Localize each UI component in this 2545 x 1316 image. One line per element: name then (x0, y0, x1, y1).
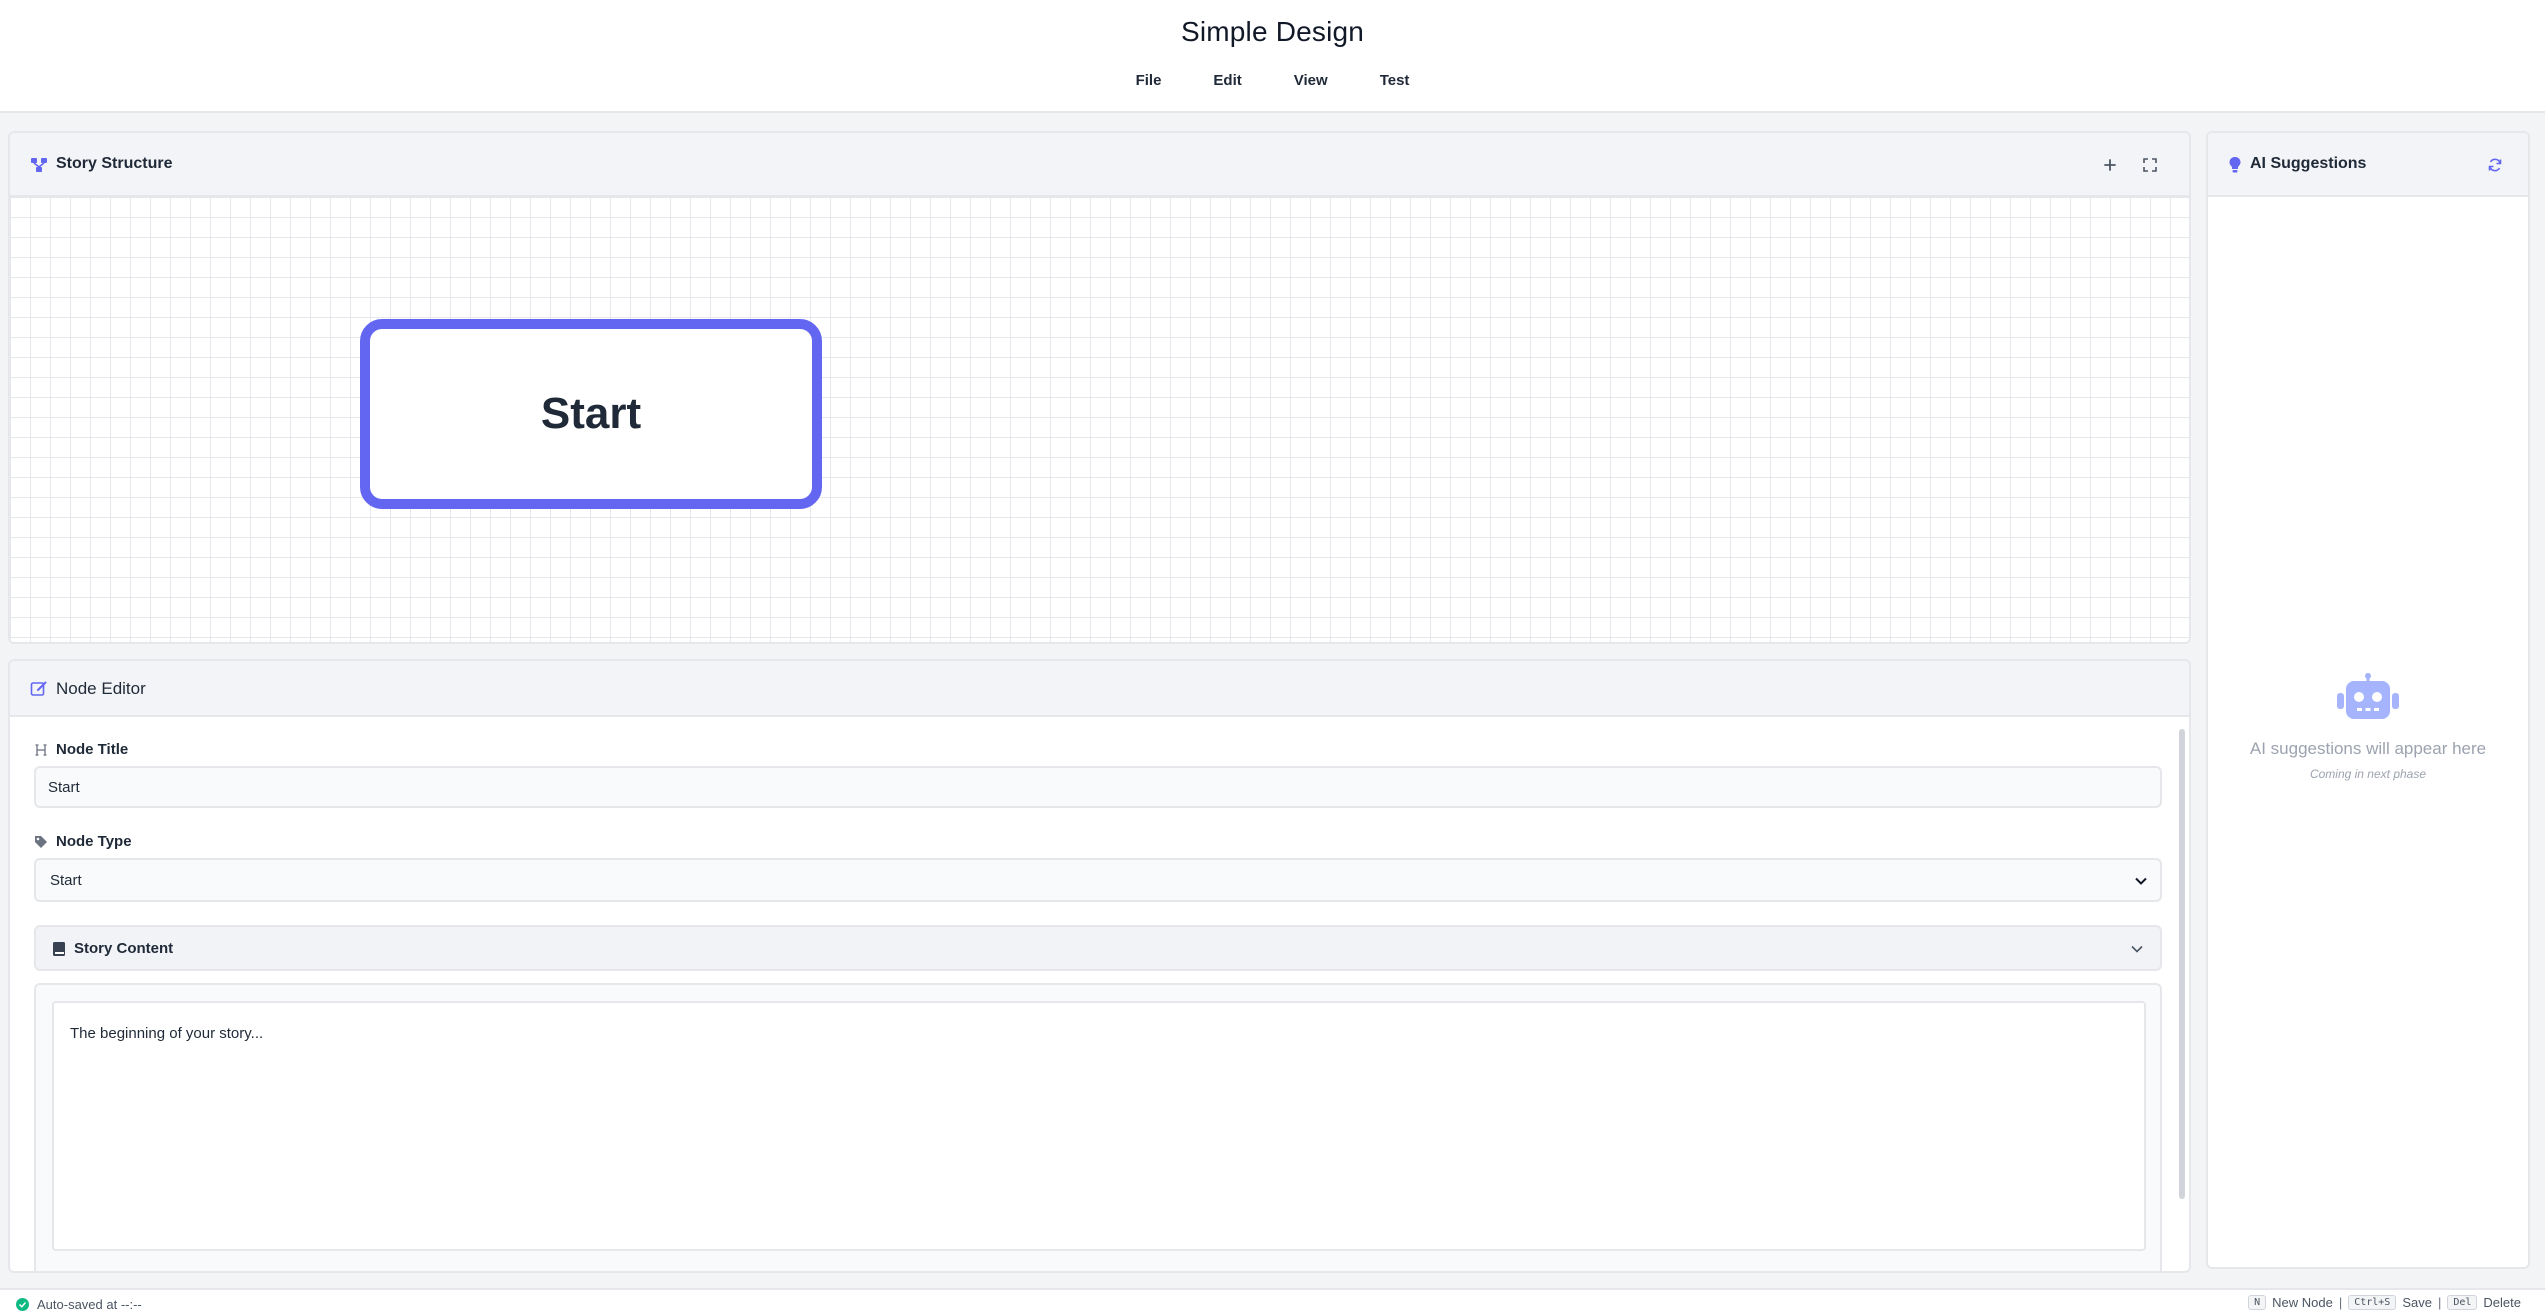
story-content-textarea[interactable]: The beginning of your story... (52, 1001, 2146, 1251)
keyboard-shortcuts: N New Node | Ctrl+S Save | Del Delete (2248, 1295, 2521, 1310)
node-type-value: Start (50, 871, 82, 889)
expand-icon (2143, 158, 2157, 172)
ai-suggestions-title: AI Suggestions (2250, 155, 2367, 172)
check-circle-icon (16, 1298, 29, 1311)
story-structure-panel: Story Structure Start (8, 131, 2191, 644)
robot-icon (2337, 673, 2399, 719)
story-structure-title: Story Structure (56, 155, 173, 172)
add-node-button[interactable] (2093, 148, 2127, 182)
node-title-input[interactable] (34, 766, 2162, 808)
chevron-down-icon (2131, 945, 2143, 953)
story-content-body: The beginning of your story... (34, 983, 2162, 1271)
refresh-icon (2488, 158, 2502, 172)
story-content-title: Story Content (74, 940, 174, 957)
menu-view[interactable]: View (1290, 70, 1332, 91)
app-title: Simple Design (1180, 16, 1365, 47)
menu-edit[interactable]: Edit (1209, 70, 1245, 91)
node-type-label-row: Node Type (34, 833, 132, 850)
shortcut-label-save: Save (2402, 1295, 2432, 1310)
ai-empty-state: AI suggestions will appear here Coming i… (2208, 673, 2528, 781)
autosave-text: Auto-saved at --:-- (37, 1297, 142, 1312)
shortcut-label-delete: Delete (2483, 1295, 2521, 1310)
menu-file[interactable]: File (1132, 70, 1166, 91)
chevron-down-icon (2135, 877, 2147, 885)
ai-suggestions-header: AI Suggestions (2208, 133, 2528, 197)
refresh-suggestions-button[interactable] (2478, 148, 2512, 182)
autosave-indicator: Auto-saved at --:-- (16, 1297, 142, 1312)
shortcut-label-new-node: New Node (2272, 1295, 2333, 1310)
shortcut-key-save: Ctrl+S (2348, 1295, 2397, 1310)
plus-icon (2104, 159, 2116, 171)
ai-empty-subtext: Coming in next phase (2309, 767, 2427, 781)
node-editor-title: Node Editor (56, 679, 146, 698)
node-title-label-row: Node Title (34, 741, 128, 758)
ai-empty-message: AI suggestions will appear here (2249, 739, 2487, 758)
tag-icon (35, 835, 47, 848)
status-bar: Auto-saved at --:-- N New Node | Ctrl+S … (0, 1288, 2545, 1316)
node-title-label: Node Title (56, 741, 129, 758)
node-type-select[interactable]: Start (34, 858, 2162, 902)
story-node-label: Start (540, 389, 642, 438)
app-header: Simple Design File Edit View Test (0, 0, 2545, 113)
node-editor-panel: Node Editor Node Title Node Type Start S… (8, 659, 2191, 1273)
ai-suggestions-panel: AI Suggestions AI suggestions will appea… (2206, 131, 2530, 1269)
story-structure-header: Story Structure (10, 133, 2189, 197)
node-editor-header: Node Editor (10, 661, 2189, 717)
lightbulb-icon (2229, 157, 2241, 173)
shortcut-key-delete: Del (2447, 1295, 2478, 1310)
menu-test[interactable]: Test (1376, 70, 1414, 91)
heading-icon (35, 743, 47, 756)
story-node-start[interactable]: Start (360, 319, 822, 509)
story-canvas[interactable]: Start (10, 197, 2189, 642)
editor-scrollbar[interactable] (2179, 729, 2185, 1199)
node-type-label: Node Type (56, 833, 132, 850)
shortcut-separator: | (2437, 1295, 2442, 1310)
sitemap-icon (31, 158, 47, 172)
story-content-accordion[interactable]: Story Content (34, 925, 2162, 971)
menu-bar: File Edit View Test (0, 70, 2545, 91)
fullscreen-button[interactable] (2133, 148, 2167, 182)
edit-icon (30, 681, 47, 696)
shortcut-key-new-node: N (2248, 1295, 2267, 1310)
shortcut-separator: | (2338, 1295, 2343, 1310)
book-icon (53, 942, 65, 956)
